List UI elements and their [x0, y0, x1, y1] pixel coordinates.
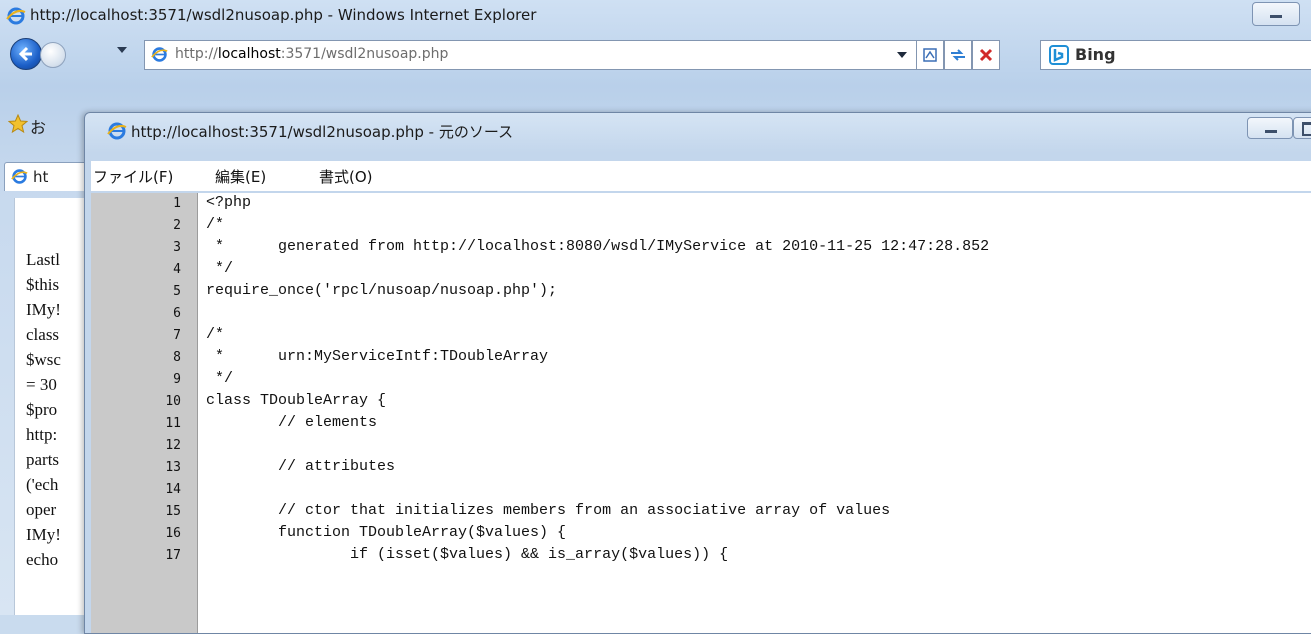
compatibility-view-icon: [923, 48, 937, 62]
recent-pages-dropdown-icon[interactable]: [117, 47, 127, 53]
line-number: 2: [173, 218, 181, 233]
page-text-line: parts: [26, 450, 60, 469]
ie-window-title: http://localhost:3571/wsdl2nusoap.php - …: [30, 6, 537, 24]
line-number: 9: [173, 372, 181, 387]
code-line: */: [206, 370, 234, 387]
address-bar[interactable]: http://localhost:3571/wsdl2nusoap.php: [144, 40, 928, 70]
page-text-line: oper: [26, 500, 57, 519]
code-line: /*: [206, 216, 225, 233]
address-dropdown-icon[interactable]: [897, 52, 907, 58]
line-number: 14: [165, 482, 181, 497]
compatibility-view-button[interactable]: [916, 40, 944, 70]
source-minimize-button[interactable]: [1247, 117, 1293, 139]
forward-button[interactable]: [40, 42, 66, 68]
code-line: <?php: [206, 194, 252, 211]
refresh-button[interactable]: [944, 40, 972, 70]
source-viewer-titlebar: http://localhost:3571/wsdl2nusoap.php - …: [85, 113, 1311, 155]
tab-label[interactable]: ht: [33, 168, 48, 186]
favorites-label[interactable]: お: [30, 114, 46, 138]
line-number: 12: [165, 438, 181, 453]
page-text-line: $wsc: [26, 350, 61, 369]
code-line: // elements: [206, 414, 378, 431]
page-text-line: echo: [26, 550, 59, 569]
menu-edit[interactable]: 編集(E): [215, 166, 266, 187]
line-number: 4: [173, 262, 181, 277]
search-provider-name: Bing: [1075, 45, 1116, 64]
favorites-star-icon: [8, 114, 28, 134]
line-number: 8: [173, 350, 181, 365]
bing-logo-icon: [1049, 45, 1069, 65]
page-icon: [11, 169, 28, 184]
code-line: if (isset($values) && is_array($values))…: [206, 546, 729, 563]
page-icon: [151, 47, 168, 62]
source-viewer-title: http://localhost:3571/wsdl2nusoap.php - …: [131, 123, 514, 141]
page-text-line: = 30: [26, 375, 57, 394]
address-text[interactable]: http://localhost:3571/wsdl2nusoap.php: [175, 46, 448, 62]
source-menubar: ファイル(F) 編集(E) 書式(O): [91, 161, 1311, 191]
search-box[interactable]: Bing: [1040, 40, 1311, 70]
page-text-line: Lastl: [26, 250, 60, 269]
page-text-line: $pro: [26, 400, 58, 419]
line-number: 5: [173, 284, 181, 299]
source-viewer-window: http://localhost:3571/wsdl2nusoap.php - …: [84, 112, 1311, 634]
menu-format[interactable]: 書式(O): [319, 166, 373, 187]
ie-logo-icon: [6, 7, 26, 25]
stop-button[interactable]: [972, 40, 1000, 70]
line-number: 1: [173, 196, 181, 211]
line-number: 10: [165, 394, 181, 409]
code-line: // attributes: [206, 458, 396, 475]
code-line: * urn:MyServiceIntf:TDoubleArray: [206, 348, 549, 365]
menu-file[interactable]: ファイル(F): [93, 166, 173, 187]
page-text-line: ('ech: [26, 475, 59, 494]
page-text-line: http:: [26, 425, 58, 444]
line-number: 17: [165, 548, 181, 563]
page-text-line: IMy!: [26, 300, 61, 319]
code-line: */: [206, 260, 234, 277]
page-text-line: IMy!: [26, 525, 61, 544]
line-number: 11: [165, 416, 181, 431]
code-line: class TDoubleArray {: [206, 392, 387, 409]
line-number: 7: [173, 328, 181, 343]
ie-titlebar: http://localhost:3571/wsdl2nusoap.php - …: [0, 0, 1311, 34]
line-number-gutter: 1 2 3 4 5 6 7 8 9 10 11 12 13 14 15 16 1…: [91, 193, 198, 633]
code-line: /*: [206, 326, 225, 343]
back-arrow-icon: [18, 46, 32, 62]
source-code-area[interactable]: 1 2 3 4 5 6 7 8 9 10 11 12 13 14 15 16 1…: [91, 193, 1311, 633]
ie-minimize-button[interactable]: [1252, 2, 1300, 26]
code-line: require_once('rpcl/nusoap/nusoap.php');: [206, 282, 558, 299]
page-text-line: $this: [26, 275, 60, 294]
line-number: 15: [165, 504, 181, 519]
code-line: // ctor that initializes members from an…: [206, 502, 891, 519]
code-line: * generated from http://localhost:8080/w…: [206, 238, 990, 255]
line-number: 6: [173, 306, 181, 321]
line-number: 3: [173, 240, 181, 255]
ie-logo-icon: [107, 122, 127, 140]
source-maximize-button[interactable]: [1293, 117, 1311, 139]
line-number: 16: [165, 526, 181, 541]
line-number: 13: [165, 460, 181, 475]
page-text-line: class: [26, 325, 60, 344]
browser-tab[interactable]: ht: [4, 162, 96, 191]
stop-icon: [979, 48, 993, 62]
back-button[interactable]: [10, 38, 42, 70]
refresh-icon: [951, 49, 965, 61]
code-line: function TDoubleArray($values) {: [206, 524, 567, 541]
forward-arrow-icon: [47, 49, 59, 61]
